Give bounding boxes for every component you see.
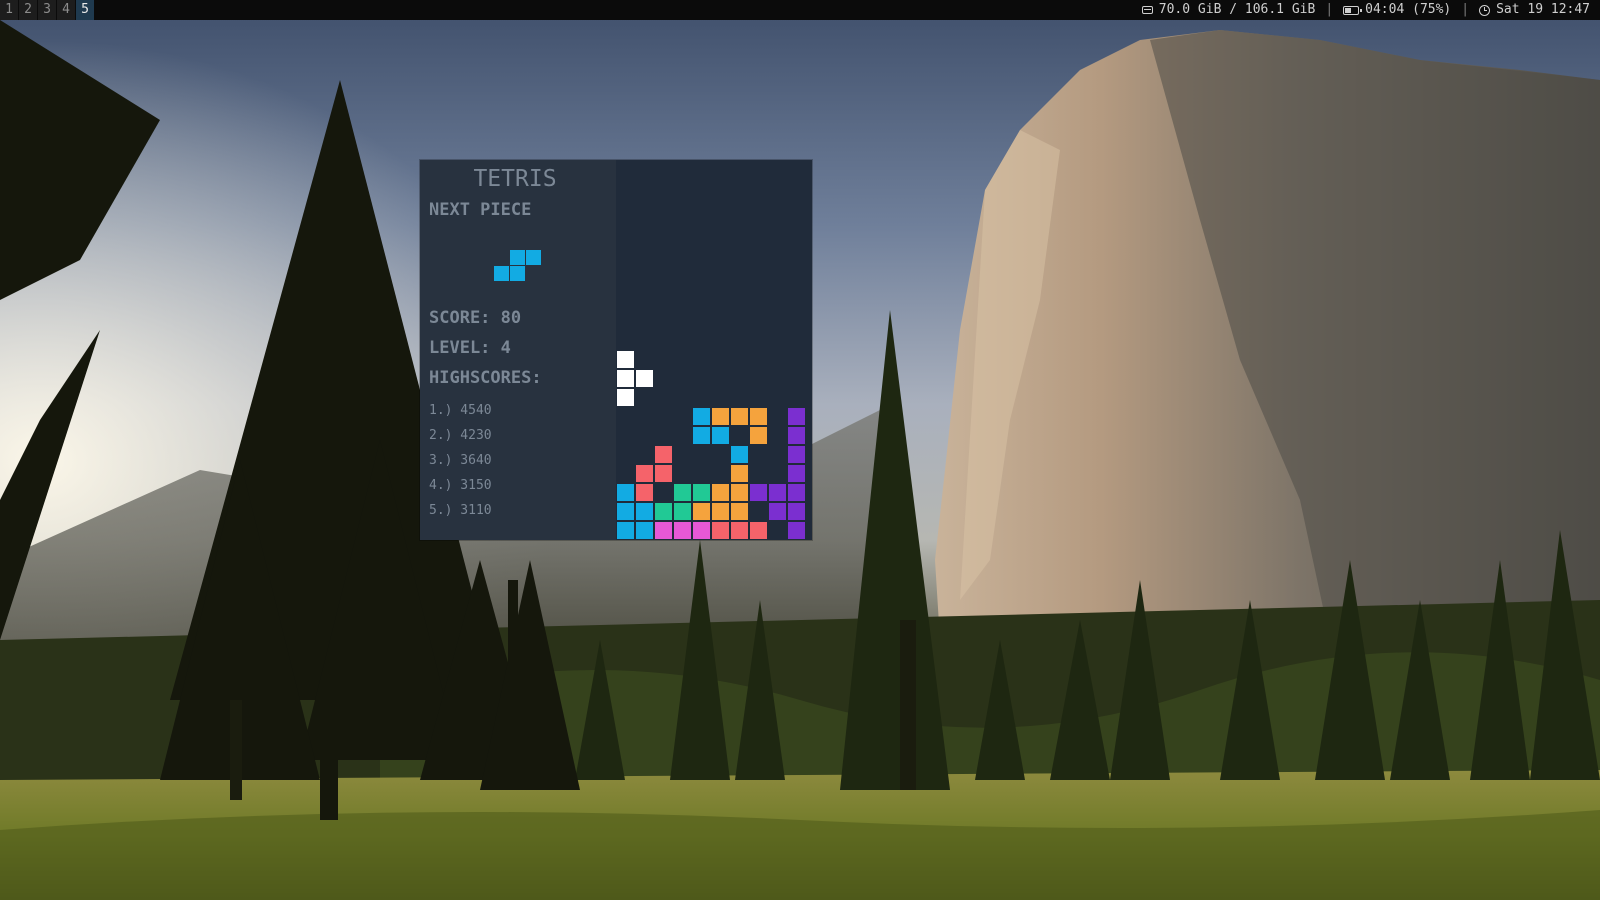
locked-block bbox=[769, 503, 786, 520]
active-piece-block bbox=[636, 370, 653, 387]
highscore-entry: 1.) 4540 bbox=[429, 403, 492, 418]
highscore-entry: 3.) 3640 bbox=[429, 453, 492, 468]
workspace-1[interactable]: 1 bbox=[0, 0, 19, 20]
locked-block bbox=[636, 465, 653, 482]
locked-block bbox=[674, 522, 691, 539]
locked-block bbox=[655, 503, 672, 520]
score-label: SCORE: 80 bbox=[429, 308, 522, 328]
locked-block bbox=[731, 446, 748, 463]
clock-icon bbox=[1479, 4, 1491, 16]
locked-block bbox=[674, 484, 691, 501]
workspace-3[interactable]: 3 bbox=[38, 0, 57, 20]
next-piece-label: NEXT PIECE bbox=[429, 200, 532, 220]
status-area: 70.0 GiB / 106.1 GiB | 04:04 (75%) | Sat… bbox=[1141, 0, 1600, 20]
locked-block bbox=[731, 484, 748, 501]
locked-block bbox=[731, 465, 748, 482]
locked-block bbox=[788, 427, 805, 444]
tetris-window[interactable]: TETRIS NEXT PIECE SCORE: 80 LEVEL: 4 HIG… bbox=[420, 160, 812, 540]
disk-usage: 70.0 GiB / 106.1 GiB bbox=[1158, 2, 1316, 17]
workspace-5-active[interactable]: 5 bbox=[76, 0, 95, 20]
next-piece-block bbox=[510, 266, 525, 281]
locked-block bbox=[750, 484, 767, 501]
active-piece-block bbox=[617, 389, 634, 406]
game-title: TETRIS bbox=[473, 166, 557, 192]
locked-block bbox=[693, 408, 710, 425]
locked-block bbox=[712, 522, 729, 539]
next-piece-block bbox=[494, 266, 509, 281]
next-piece-block bbox=[526, 250, 541, 265]
tetris-info-panel: TETRIS NEXT PIECE SCORE: 80 LEVEL: 4 HIG… bbox=[420, 160, 616, 540]
locked-block bbox=[731, 522, 748, 539]
locked-block bbox=[693, 503, 710, 520]
level-label: LEVEL: 4 bbox=[429, 338, 511, 358]
locked-block bbox=[617, 503, 634, 520]
locked-block bbox=[636, 503, 653, 520]
active-piece-block bbox=[617, 351, 634, 368]
battery-icon bbox=[1343, 5, 1363, 15]
locked-block bbox=[712, 408, 729, 425]
locked-block bbox=[617, 484, 634, 501]
locked-block bbox=[788, 484, 805, 501]
locked-block bbox=[788, 408, 805, 425]
workspace-4[interactable]: 4 bbox=[57, 0, 76, 20]
locked-block bbox=[731, 408, 748, 425]
locked-block bbox=[693, 522, 710, 539]
locked-block bbox=[788, 522, 805, 539]
highscore-entry: 4.) 3150 bbox=[429, 478, 492, 493]
locked-block bbox=[750, 522, 767, 539]
locked-block bbox=[636, 484, 653, 501]
locked-block bbox=[636, 522, 653, 539]
locked-block bbox=[655, 465, 672, 482]
status-separator: | bbox=[1325, 2, 1334, 17]
locked-block bbox=[674, 503, 691, 520]
locked-block bbox=[731, 503, 748, 520]
locked-block bbox=[788, 465, 805, 482]
active-piece-block bbox=[617, 370, 634, 387]
next-piece-preview bbox=[494, 250, 542, 282]
locked-block bbox=[712, 484, 729, 501]
locked-block bbox=[655, 522, 672, 539]
locked-block bbox=[655, 446, 672, 463]
clock-datetime: Sat 19 12:47 bbox=[1496, 2, 1590, 17]
locked-block bbox=[693, 484, 710, 501]
disk-icon bbox=[1141, 6, 1153, 14]
locked-block bbox=[693, 427, 710, 444]
locked-block bbox=[617, 522, 634, 539]
highscores-list: 1.) 4540 2.) 4230 3.) 3640 4.) 3150 5.) … bbox=[429, 402, 492, 527]
tetris-board[interactable] bbox=[616, 160, 812, 540]
highscore-entry: 2.) 4230 bbox=[429, 428, 492, 443]
highscore-entry: 5.) 3110 bbox=[429, 503, 492, 518]
battery-status: 04:04 (75%) bbox=[1365, 2, 1452, 17]
highscores-label: HIGHSCORES: bbox=[429, 368, 542, 388]
locked-block bbox=[750, 427, 767, 444]
workspace-switcher: 1 2 3 4 5 bbox=[0, 0, 95, 20]
locked-block bbox=[788, 503, 805, 520]
locked-block bbox=[750, 408, 767, 425]
next-piece-block bbox=[510, 250, 525, 265]
status-separator: | bbox=[1461, 2, 1470, 17]
top-status-bar: 1 2 3 4 5 70.0 GiB / 106.1 GiB | 04:04 (… bbox=[0, 0, 1600, 20]
locked-block bbox=[712, 503, 729, 520]
locked-block bbox=[788, 446, 805, 463]
locked-block bbox=[769, 484, 786, 501]
locked-block bbox=[712, 427, 729, 444]
workspace-2[interactable]: 2 bbox=[19, 0, 38, 20]
